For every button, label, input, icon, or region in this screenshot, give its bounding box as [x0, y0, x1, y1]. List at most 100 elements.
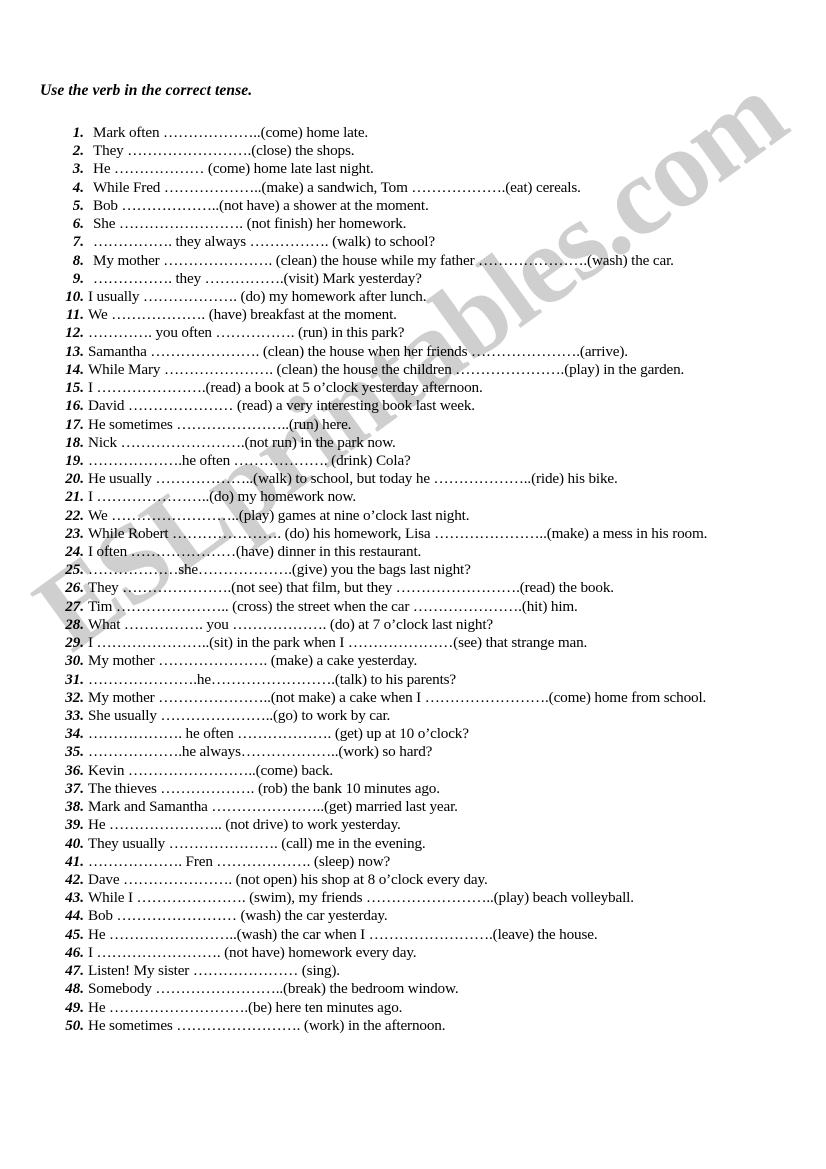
exercise-item: 36. Kevin ……………………..(come) back.: [56, 762, 816, 780]
exercise-item: 1. Mark often ………………..(come) home late.: [56, 124, 816, 142]
exercise-text: She ……………………. (not finish) her homework.: [93, 215, 407, 233]
exercise-text: I ……………………. (not have) homework every da…: [88, 943, 417, 961]
exercise-item: 5. Bob ………………..(not have) a shower at the…: [56, 197, 816, 215]
exercise-text: He ……………………..(wash) the car when I ………………: [88, 925, 598, 943]
exercise-text: They …………………….(close) the shops.: [93, 142, 355, 160]
exercise-number: 11.: [66, 307, 84, 324]
exercise-item: 33. She usually …………………..(go) to work by …: [56, 707, 816, 725]
exercise-number: 21.: [65, 489, 84, 506]
exercise-number: 2.: [72, 143, 84, 160]
exercise-item: 38. Mark and Samantha …………………..(get) marr…: [56, 798, 816, 816]
exercise-number: 13.: [65, 343, 84, 360]
exercise-text: While Mary …………………. (clean) the house th…: [88, 360, 685, 378]
exercise-number: 34.: [65, 726, 84, 743]
exercise-number: 49.: [65, 999, 84, 1016]
exercise-number: 15.: [65, 380, 84, 397]
exercise-item: 23. While Robert …………………. (do) his homewo…: [56, 525, 816, 543]
exercise-text: …………. you often ……………. (run) in this par…: [88, 324, 405, 342]
exercise-number: 14.: [65, 361, 84, 378]
exercise-item: 15. I ………………….(read) a book at 5 o’clock …: [56, 379, 816, 397]
exercise-number: 31.: [65, 671, 84, 688]
exercise-text: They usually …………………. (call) me in the e…: [88, 834, 426, 852]
exercise-text: ………………she……………….(give) you the bags last…: [88, 561, 471, 579]
exercise-item: 2. They …………………….(close) the shops.: [56, 142, 816, 160]
worksheet-page: ESLprintables.com Use the verb in the co…: [0, 0, 826, 1169]
exercise-number: 47.: [65, 963, 84, 980]
exercise-text: Mark often ………………..(come) home late.: [93, 124, 369, 141]
exercise-number: 18.: [65, 434, 84, 451]
exercise-number: 45.: [65, 926, 84, 943]
exercise-number: 39.: [65, 817, 84, 834]
exercise-text: He sometimes …………………..(run) here.: [88, 415, 352, 433]
exercise-number: 33.: [65, 708, 84, 724]
exercise-number: 37.: [65, 780, 84, 797]
exercise-text: My mother …………………. (clean) the house whi…: [93, 251, 674, 269]
exercise-number: 35.: [65, 744, 84, 761]
exercise-text: He usually ………………..(walk) to school, but…: [88, 470, 618, 488]
exercise-text: My mother …………………. (make) a cake yesterd…: [88, 652, 418, 670]
exercise-item: 48. Somebody ……………………..(break) the bedroo…: [56, 980, 816, 998]
exercise-item: 7. ……………. they always ……………. (walk) to sc…: [56, 233, 816, 251]
exercise-number: 1.: [72, 125, 84, 141]
exercise-list: 1. Mark often ………………..(come) home late. 2.…: [56, 124, 816, 1035]
exercise-text: He ……………… (come) home late last night.: [93, 160, 374, 178]
exercise-text: I often …………………(have) dinner in this res…: [88, 543, 422, 561]
exercise-text: He ……………………….(be) here ten minutes ago.: [88, 998, 403, 1016]
exercise-number: 41.: [65, 853, 84, 870]
exercise-item: 39. He ………………….. (not drive) to work yest…: [56, 816, 816, 834]
exercise-item: 22. We ……………………..(play) games at nine o’c…: [56, 507, 816, 525]
exercise-text: ……………….he always………………..(work) so hard?: [88, 743, 433, 761]
exercise-item: 17. He sometimes …………………..(run) here.: [56, 416, 816, 434]
exercise-text: We ……………………..(play) games at nine o’cloc…: [88, 506, 470, 524]
exercise-number: 42.: [65, 871, 84, 888]
exercise-item: 11. We ………………. (have) breakfast at the mo…: [56, 306, 816, 324]
exercise-number: 28.: [65, 616, 84, 633]
exercise-item: 16. David ………………… (read) a very interesti…: [56, 397, 816, 415]
exercise-item: 20. He usually ………………..(walk) to school, …: [56, 470, 816, 488]
exercise-text: While Robert …………………. (do) his homework,…: [88, 524, 708, 542]
exercise-number: 38.: [65, 799, 84, 816]
exercise-text: ………………….he…………………….(talk) to his parents…: [88, 670, 457, 688]
exercise-item: 9. ……………. they …………….(visit) Mark yesterd…: [56, 270, 816, 288]
exercise-number: 17.: [65, 416, 84, 433]
exercise-text: Nick …………………….(not run) in the park now.: [88, 433, 396, 451]
exercise-number: 32.: [65, 689, 84, 706]
exercise-text: He sometimes ……………………. (work) in the aft…: [88, 1016, 446, 1034]
exercise-number: 12.: [65, 325, 84, 342]
exercise-number: 25.: [65, 562, 84, 579]
exercise-item: 13. Samantha …………………. (clean) the house w…: [56, 343, 816, 361]
exercise-number: 40.: [65, 835, 84, 852]
exercise-item: 18. Nick …………………….(not run) in the park n…: [56, 434, 816, 452]
exercise-item: 31. ………………….he…………………….(talk) to his pare…: [56, 671, 816, 689]
exercise-text: We ………………. (have) breakfast at the momen…: [88, 306, 397, 324]
exercise-text: He ………………….. (not drive) to work yesterd…: [88, 816, 401, 834]
exercise-text: I …………………..(do) my homework now.: [88, 488, 356, 506]
exercise-number: 26.: [65, 580, 84, 597]
exercise-item: 12.…………. you often ……………. (run) in this …: [56, 324, 816, 342]
exercise-text: ……………. they …………….(visit) Mark yesterday…: [93, 269, 422, 287]
exercise-item: 35. ……………….he always………………..(work) so har…: [56, 743, 816, 761]
exercise-text: Dave …………………. (not open) his shop at 8 o…: [88, 870, 488, 888]
worksheet-content: Use the verb in the correct tense. 1. Mar…: [0, 0, 826, 1169]
exercise-item: 41.………………. Fren ………………. (sleep) now?: [56, 853, 816, 871]
exercise-item: 43. While I …………………. (swim), my friends ……: [56, 889, 816, 907]
exercise-text: Mark and Samantha …………………..(get) married…: [88, 798, 458, 816]
exercise-text: I ………………….(read) a book at 5 o’clock yes…: [88, 379, 483, 397]
exercise-number: 16.: [65, 398, 84, 415]
exercise-text: She usually …………………..(go) to work by car…: [88, 707, 391, 724]
exercise-number: 27.: [65, 598, 84, 615]
exercise-item: 50. He sometimes ……………………. (work) in the …: [56, 1017, 816, 1035]
exercise-text: Kevin ……………………..(come) back.: [88, 761, 334, 779]
exercise-text: While Fred ………………..(make) a sandwich, To…: [93, 178, 581, 196]
exercise-number: 22.: [65, 507, 84, 524]
exercise-number: 9.: [72, 270, 84, 287]
exercise-number: 19.: [65, 452, 84, 469]
exercise-text: What ……………. you ………………. (do) at 7 o’cloc…: [88, 615, 493, 633]
exercise-number: 6.: [72, 216, 84, 233]
exercise-text: Somebody ……………………..(break) the bedroom w…: [88, 980, 459, 998]
exercise-item: 29. I …………………..(sit) in the park when I ……: [56, 634, 816, 652]
exercise-item: 24. I often …………………(have) dinner in this …: [56, 543, 816, 561]
exercise-number: 4.: [72, 179, 84, 196]
exercise-item: 27. Tim ………………….. (cross) the street when…: [56, 598, 816, 616]
exercise-number: 10.: [65, 288, 84, 305]
